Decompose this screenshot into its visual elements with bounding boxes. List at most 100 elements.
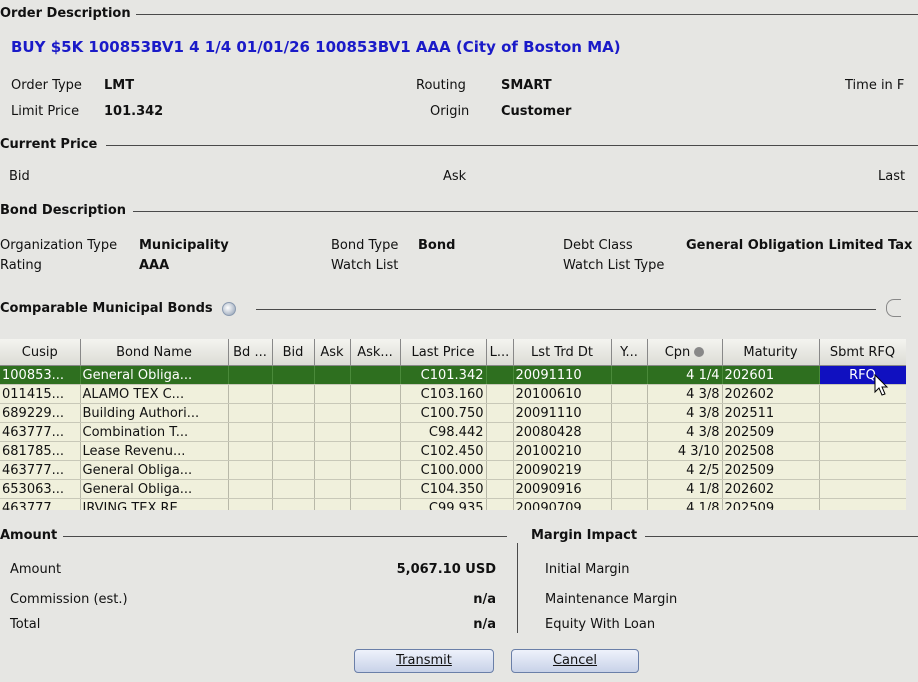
order-description-header: Order Description [0, 6, 131, 21]
margin-impact-header: Margin Impact [531, 528, 638, 543]
debt-class-label: Debt Class [563, 238, 633, 253]
table-row[interactable]: 463777... Combination T... C98.442 20080428… [0, 422, 906, 442]
table-cell: C104.350 [400, 479, 487, 499]
table-cell: 4 1/4 [647, 365, 723, 385]
table-cell [272, 403, 315, 423]
table-cell: 20100210 [513, 441, 612, 461]
column-header[interactable]: Bd ... [228, 339, 273, 366]
column-header[interactable]: Bond Name [80, 339, 229, 366]
rfq-cell[interactable]: RFQ [819, 365, 906, 385]
rfq-cell[interactable] [819, 403, 906, 423]
initial-margin-label: Initial Margin [545, 562, 630, 577]
table-cell: 100853... [0, 365, 81, 385]
rfq-cell[interactable] [819, 441, 906, 461]
table-cell [272, 441, 315, 461]
comparable-bonds-header: Comparable Municipal Bonds [0, 301, 213, 316]
table-cell [314, 460, 351, 480]
table-row[interactable]: 463777... IRVING TEX RE... C99.935 20090709… [0, 498, 906, 510]
table-cell [486, 365, 514, 385]
table-cell [350, 498, 401, 510]
table-cell: 689229... [0, 403, 81, 423]
table-cell [486, 403, 514, 423]
sort-icon[interactable] [694, 347, 705, 357]
column-header[interactable]: Bid [272, 339, 315, 366]
table-cell: C99.935 [400, 498, 487, 510]
routing-label: Routing [416, 78, 466, 93]
rfq-cell[interactable] [819, 384, 906, 404]
table-cell [272, 365, 315, 385]
table-cell [350, 365, 401, 385]
table-cell: 4 3/10 [647, 441, 723, 461]
column-header[interactable]: Sbmt RFQ [819, 339, 906, 366]
table-row[interactable]: 463777... General Obliga... C100.000 200902… [0, 460, 906, 480]
table-cell [314, 441, 351, 461]
table-cell [350, 479, 401, 499]
table-cell [228, 403, 273, 423]
table-cell [350, 460, 401, 480]
amount-value: 5,067.10 USD [396, 562, 496, 577]
column-header[interactable]: Y... [611, 339, 648, 366]
transmit-button[interactable]: Transmit [354, 649, 494, 673]
table-cell: 202602 [722, 384, 820, 404]
table-cell [486, 460, 514, 480]
column-header[interactable]: Ask [314, 339, 351, 366]
table-cell: IRVING TEX RE... [80, 498, 229, 510]
rfq-cell[interactable] [819, 422, 906, 442]
column-header[interactable]: L... [486, 339, 514, 366]
table-cell [611, 365, 648, 385]
table-row[interactable]: 100853... General Obliga... C101.342 200911… [0, 365, 906, 385]
column-header[interactable]: Cusip [0, 339, 81, 366]
section-divider [645, 536, 918, 537]
amount-header: Amount [0, 528, 58, 543]
equity-with-loan-label: Equity With Loan [545, 617, 656, 632]
table-cell: C103.160 [400, 384, 487, 404]
table-cell: C102.450 [400, 441, 487, 461]
table-cell: 202509 [722, 422, 820, 442]
table-cell [228, 441, 273, 461]
table-cell [611, 403, 648, 423]
table-cell: C100.000 [400, 460, 487, 480]
rfq-cell[interactable] [819, 498, 906, 510]
table-cell [486, 479, 514, 499]
table-cell: Lease Revenu... [80, 441, 229, 461]
comparable-bonds-table: Cusip Bond Name Bd ... Bid Ask Ask... Last Pri… [0, 339, 906, 510]
commission-label: Commission (est.) [10, 592, 128, 607]
panel-toggle-icon[interactable] [886, 299, 901, 317]
bond-description-header: Bond Description [0, 203, 127, 218]
table-cell [314, 403, 351, 423]
table-cell [486, 441, 514, 461]
total-value: n/a [473, 617, 496, 632]
table-cell [272, 422, 315, 442]
table-cell [228, 384, 273, 404]
organization-type-label: Organization Type [0, 238, 118, 253]
column-header[interactable]: Maturity [722, 339, 820, 366]
info-icon[interactable] [222, 302, 236, 316]
table-cell: 4 3/8 [647, 384, 723, 404]
cancel-button[interactable]: Cancel [511, 649, 639, 673]
bond-type-label: Bond Type [331, 238, 399, 253]
column-header[interactable]: Last Price [400, 339, 487, 366]
table-row[interactable]: 689229... Building Authori... C100.750 2009… [0, 403, 906, 423]
table-cell [350, 403, 401, 423]
column-header[interactable]: Lst Trd Dt [513, 339, 612, 366]
table-cell: ALAMO TEX C... [80, 384, 229, 404]
table-cell [611, 384, 648, 404]
table-cell: C101.342 [400, 365, 487, 385]
table-cell [314, 479, 351, 499]
organization-type-value: Municipality [139, 238, 229, 253]
column-header-label: Cpn [664, 344, 691, 360]
watch-list-label: Watch List [331, 258, 399, 273]
table-row[interactable]: 653063... General Obliga... C104.350 200909… [0, 479, 906, 499]
column-header[interactable]: Cpn [647, 339, 723, 366]
rfq-cell[interactable] [819, 460, 906, 480]
table-row[interactable]: 681785... Lease Revenu... C102.450 20100210… [0, 441, 906, 461]
table-cell: 202509 [722, 460, 820, 480]
table-cell: 463777... [0, 460, 81, 480]
table-cell: 4 3/8 [647, 403, 723, 423]
table-cell [228, 479, 273, 499]
rfq-cell[interactable] [819, 479, 906, 499]
bid-label: Bid [9, 169, 30, 184]
table-row[interactable]: 011415... ALAMO TEX C... C103.160 20100610 4… [0, 384, 906, 404]
column-header[interactable]: Ask... [350, 339, 401, 366]
commission-value: n/a [473, 592, 496, 607]
